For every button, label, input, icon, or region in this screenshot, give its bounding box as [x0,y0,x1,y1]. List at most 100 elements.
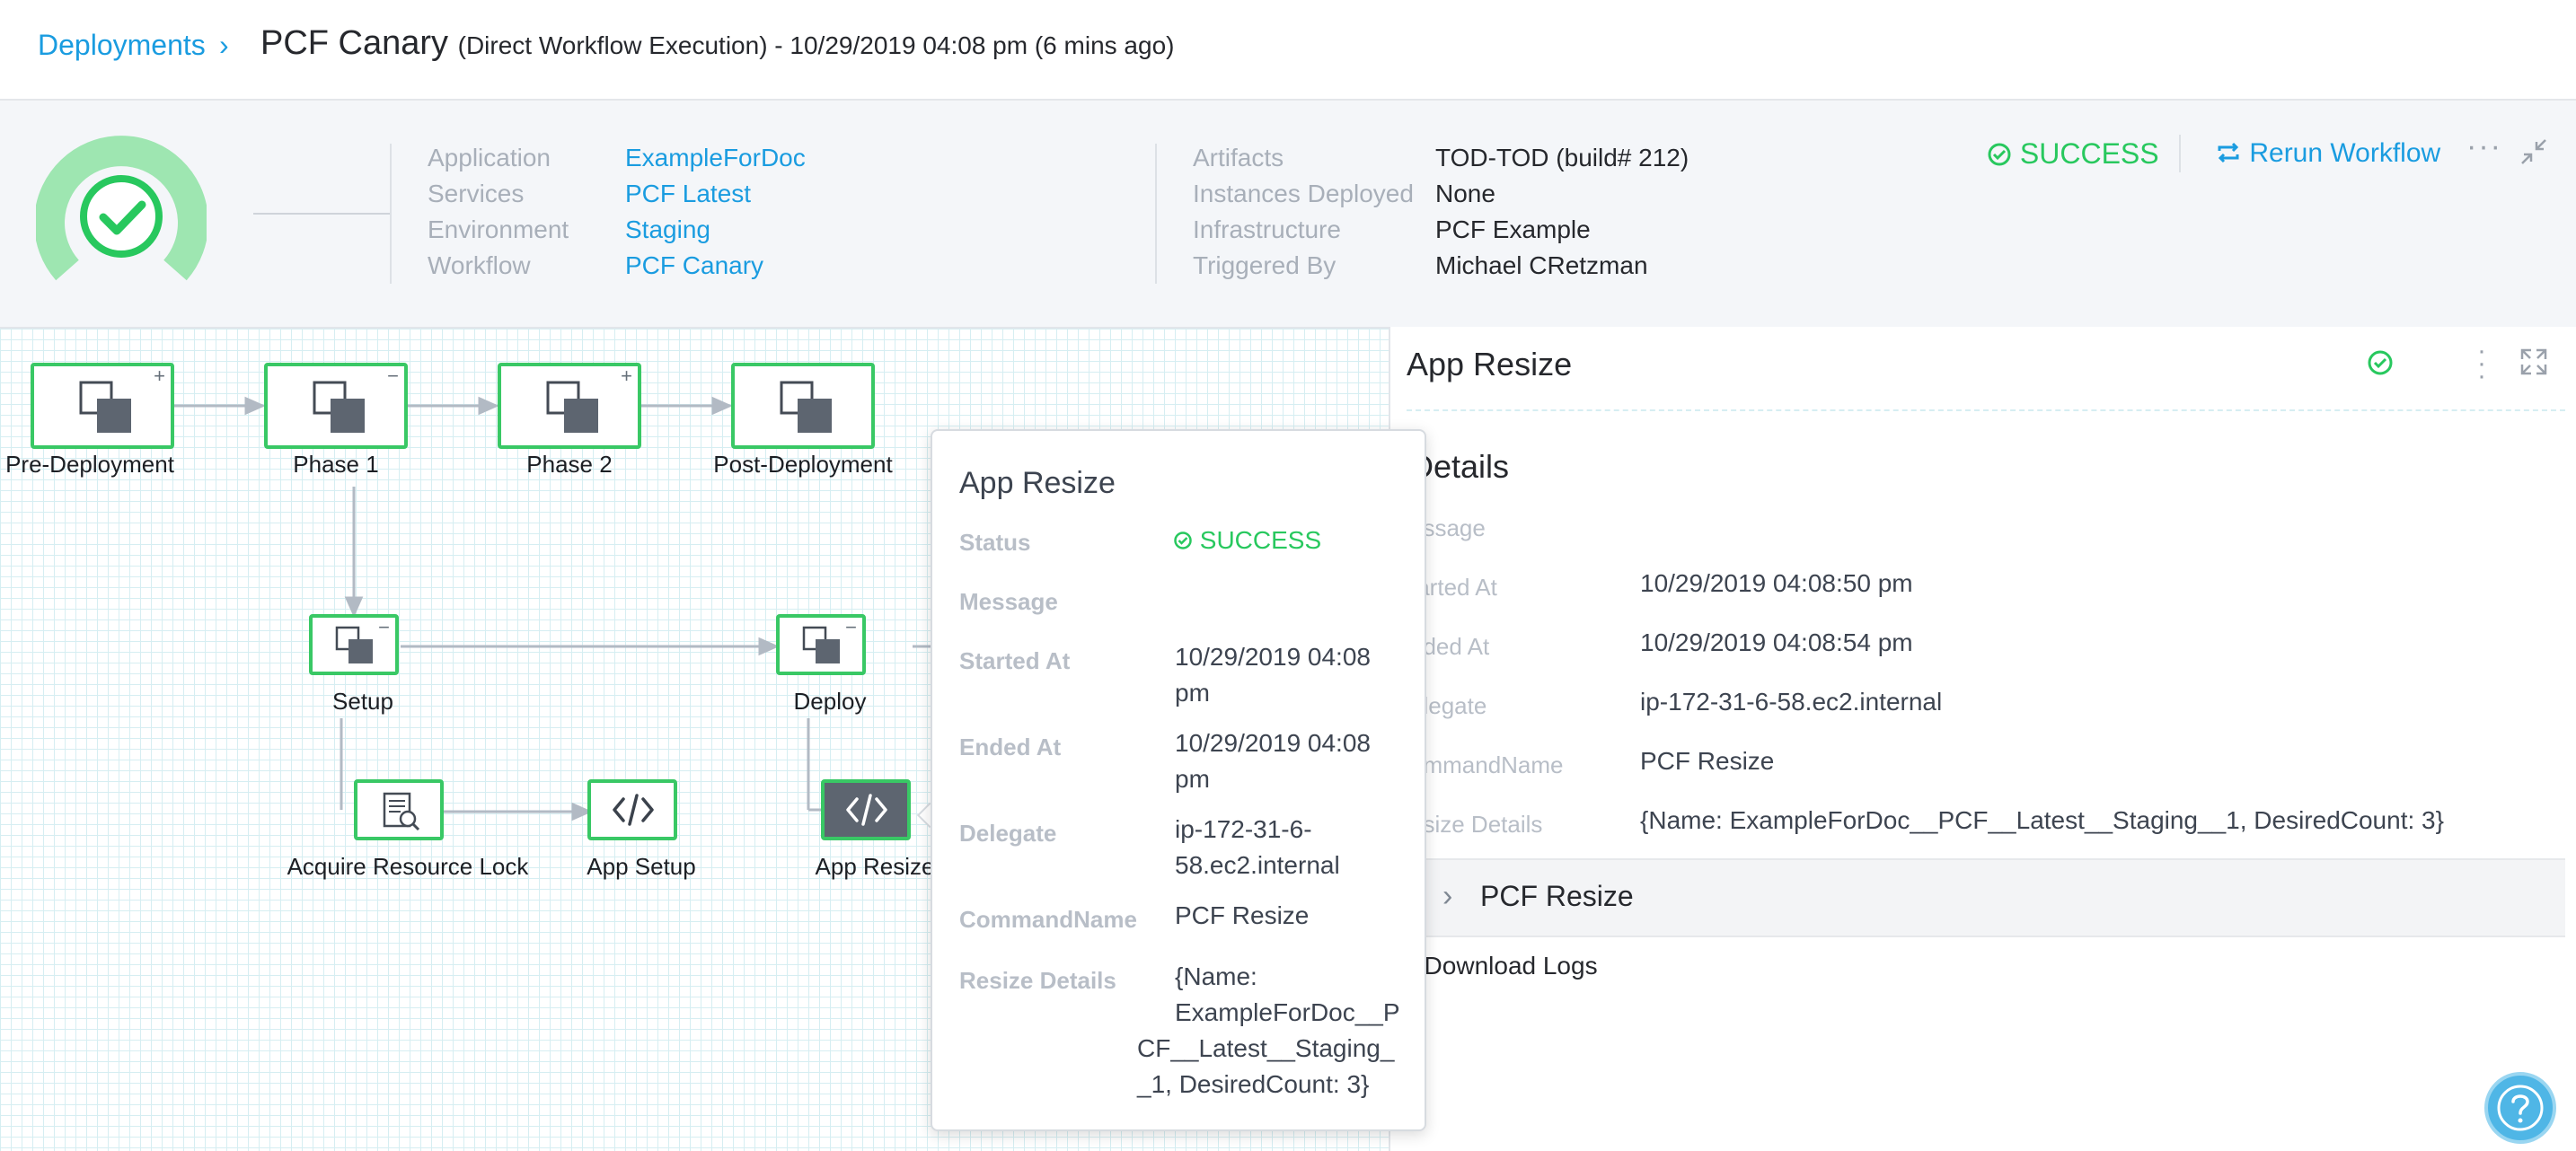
panel-divider [1407,409,2565,411]
tooltip-delegate-value-line2: 58.ec2.internal [1175,851,1340,879]
more-icon[interactable]: ··· [2466,129,2502,164]
phase-icon [546,381,598,433]
step-node-deploy[interactable]: − [776,614,866,675]
step-label: Setup [332,688,393,715]
rerun-workflow-button[interactable]: Rerun Workflow [2215,135,2440,172]
page-title-main: PCF Canary [260,24,449,62]
breadcrumb-deployments-link[interactable]: Deployments [38,25,206,65]
phase-label: Phase 2 [526,451,613,478]
rerun-workflow-label: Rerun Workflow [2249,138,2441,168]
check-circle-icon [2368,350,2393,375]
services-link[interactable]: PCF Latest [625,176,751,212]
collapse-minus-icon[interactable]: − [845,618,857,637]
step-details-panel [1389,327,2576,1151]
tooltip-delegate-label: Delegate [959,820,1057,847]
tooltip-ended-value-line2: pm [1175,765,1210,793]
help-icon[interactable] [2484,1072,2556,1144]
page-title-subtitle: (Direct Workflow Execution) - 10/29/2019… [457,31,1175,59]
tooltip-status-text: SUCCESS [1199,526,1322,554]
infrastructure-label: Infrastructure [1193,215,1341,243]
tooltip-delegate-value-line1: ip-172-31-6- [1175,815,1312,843]
collapse-minus-icon[interactable]: − [378,618,390,637]
tooltip-command-value: PCF Resize [1175,901,1310,929]
tooltip-command-label: CommandName [959,906,1137,933]
step-node-acquire-resource-lock[interactable] [354,779,444,840]
panel-title: App Resize [1407,346,1573,382]
tooltip-started-value-line1: 10/29/2019 04:08 [1175,643,1371,671]
check-circle-icon [1988,143,2011,166]
expand-plus-icon[interactable]: + [154,366,165,386]
detail-value-started-at: 10/29/2019 04:08:50 pm [1640,569,1913,597]
code-icon [846,794,887,826]
triggered-by-label: Triggered By [1193,251,1337,279]
download-logs-link[interactable]: . Download Logs [1410,948,1598,984]
phase-node-phase-1[interactable]: − [264,363,408,449]
application-label: Application [428,144,551,171]
step-node-setup[interactable]: − [309,614,399,675]
phase-label: Pre-Deployment [5,451,174,478]
status-text: SUCCESS [2019,137,2159,170]
phase-node-post-deployment[interactable] [731,363,875,449]
tooltip-resize-label: Resize Details [959,967,1116,994]
breadcrumb-chevron-icon: › [219,29,229,61]
toolbar-divider [2179,135,2181,172]
log-icon [383,792,420,831]
summary-divider [390,144,392,284]
tooltip-ended-value-line1: 10/29/2019 04:08 [1175,729,1371,757]
detail-label-resize-details: esize Details [1410,811,1543,838]
detail-value-delegate: ip-172-31-6-58.ec2.internal [1640,688,1943,716]
instances-deployed-label: Instances Deployed [1193,180,1414,207]
tooltip-resize-value-line3: CF__Latest__Staging_ [1137,1034,1395,1062]
step-label: Acquire Resource Lock [287,853,529,880]
chevron-right-icon[interactable]: › [1442,878,1452,914]
phase-icon [313,381,365,433]
question-mark-icon [2497,1085,2544,1131]
detail-value-command-name: PCF Resize [1640,747,1775,775]
workflow-link[interactable]: PCF Canary [625,248,763,284]
phase-node-pre-deployment[interactable]: + [31,363,174,449]
artifacts-label: Artifacts [1193,144,1284,171]
step-label: Deploy [793,688,867,715]
triggered-by-value: Michael CRetzman [1435,251,1648,279]
step-node-app-setup[interactable] [587,779,677,840]
application-link[interactable]: ExampleForDoc [625,140,806,176]
phase-node-phase-2[interactable]: + [498,363,641,449]
workflow-label: Workflow [428,251,531,279]
artifacts-value: TOD-TOD (build# 212) [1435,144,1689,171]
vertical-more-icon[interactable]: · · · [2475,338,2488,390]
phase-label: Post-Deployment [713,451,893,478]
tooltip-ended-label: Ended At [959,734,1062,760]
step-label: App Resize [815,853,935,880]
step-node-app-resize[interactable] [821,779,911,840]
phase-icon [802,626,840,663]
tooltip-resize-value-line1: {Name: [1175,962,1257,990]
tooltip-started-label: Started At [959,647,1071,674]
phase-label: Phase 1 [293,451,379,478]
environment-link[interactable]: Staging [625,212,710,248]
expand-plus-icon[interactable]: + [621,366,632,386]
infrastructure-value: PCF Example [1435,215,1591,243]
phase-icon [335,626,373,663]
collapse-icon[interactable] [2519,136,2549,167]
tooltip-title: App Resize [959,466,1116,500]
tooltip-resize-value-line4: _1, DesiredCount: 3} [1137,1070,1370,1098]
page-title: PCF Canary (Direct Workflow Execution) -… [260,22,1174,67]
tooltip-resize-value-line2: ExampleForDoc__P [1175,998,1400,1026]
phase-icon [780,381,832,433]
detail-label-command-name: ommandName [1410,751,1564,778]
success-gauge-icon [36,136,207,281]
step-label: App Setup [587,853,696,880]
tooltip-message-label: Message [959,588,1058,615]
expand-icon[interactable] [2519,347,2549,377]
environment-label: Environment [428,215,569,243]
tooltip-status-label: Status [959,529,1031,556]
collapse-minus-icon[interactable]: − [387,366,399,386]
tooltip-status-value: SUCCESS [1173,523,1321,558]
code-icon [613,794,654,826]
services-label: Services [428,180,525,207]
tooltip-started-value-line2: pm [1175,679,1210,707]
rerun-icon [2218,142,2239,163]
step-tooltip: App Resize Status SUCCESS Message Starte… [931,429,1426,1131]
summary-divider [1155,144,1157,284]
check-circle-icon [1174,532,1192,549]
